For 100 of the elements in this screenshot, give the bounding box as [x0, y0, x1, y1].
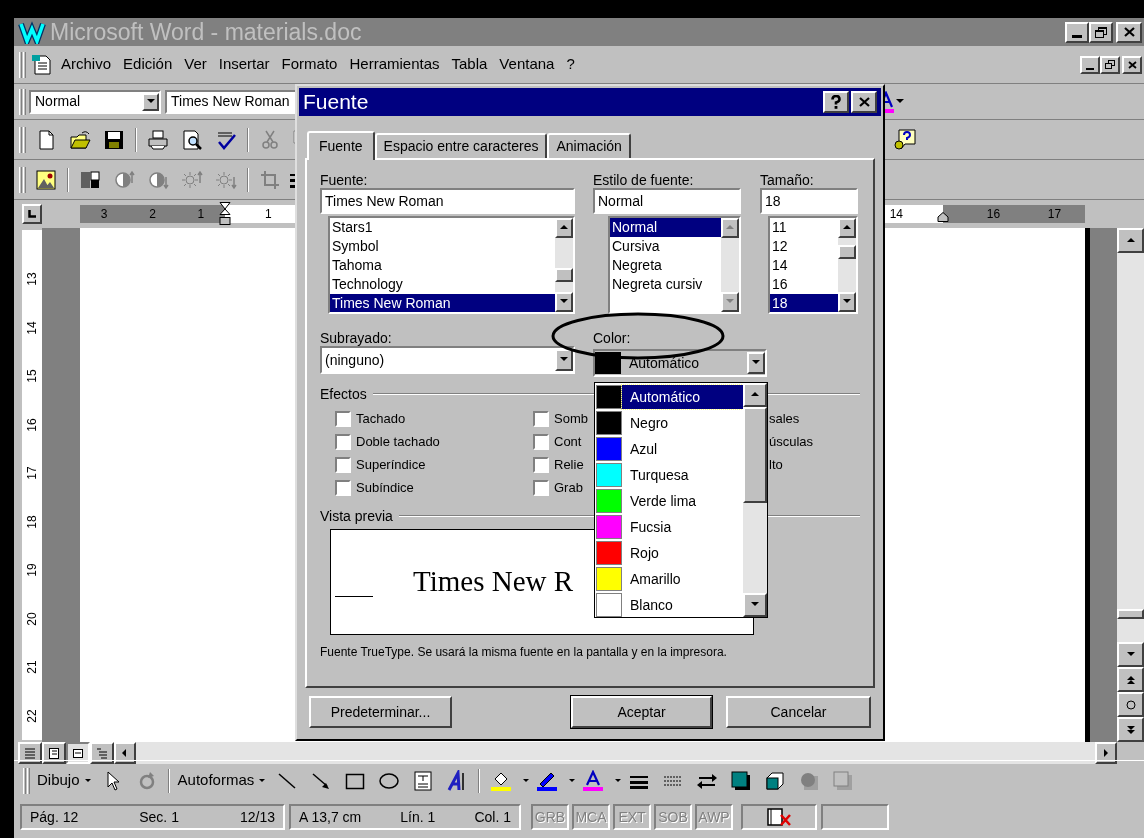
scroll-thumb[interactable] — [743, 407, 767, 503]
font-size-field[interactable]: 18 — [760, 188, 858, 214]
scroll-up-button[interactable] — [721, 218, 739, 238]
checkbox[interactable] — [335, 479, 351, 496]
checkbox[interactable] — [335, 433, 351, 450]
text-box-icon[interactable] — [412, 769, 435, 792]
tab[interactable]: Animación — [547, 133, 631, 158]
list-item[interactable]: 16 — [770, 275, 838, 294]
scroll-up-button[interactable] — [1117, 228, 1144, 253]
list-item[interactable]: Times New Roman — [330, 294, 555, 312]
tab[interactable]: Espacio entre caracteres — [374, 133, 548, 158]
print-preview-icon[interactable] — [181, 128, 203, 151]
next-page-button[interactable] — [1117, 717, 1144, 742]
color-dropdown[interactable]: Automático — [593, 349, 767, 377]
menu-item[interactable]: ? — [560, 53, 581, 76]
tab[interactable]: Fuente — [307, 131, 375, 160]
dropdown-button[interactable] — [555, 349, 573, 371]
color-option[interactable]: Automático — [622, 385, 743, 409]
contrast-up-icon[interactable] — [113, 168, 135, 191]
menu-item[interactable]: Formato — [275, 53, 344, 76]
checkbox[interactable] — [533, 410, 549, 427]
browse-object-button[interactable] — [1117, 692, 1144, 717]
color-option[interactable]: Rojo — [622, 541, 743, 565]
tab-stop-button[interactable] — [22, 204, 42, 224]
close-button[interactable] — [851, 91, 877, 113]
close-button[interactable] — [1122, 55, 1142, 74]
scroll-thumb[interactable] — [838, 245, 856, 259]
dialog-button[interactable]: Aceptar — [571, 696, 712, 728]
scroll-down-button[interactable] — [838, 292, 856, 312]
menu-item[interactable]: Archivo — [55, 53, 118, 76]
font-name-field[interactable]: Times New Roman — [320, 188, 575, 214]
list-item[interactable]: 14 — [770, 256, 838, 275]
scroll-left-button[interactable] — [114, 742, 136, 764]
menu-item[interactable]: Edición — [117, 53, 179, 76]
list-item[interactable]: Negreta — [610, 256, 721, 275]
dialog-button[interactable]: Predeterminar... — [309, 696, 452, 728]
dialog-button[interactable]: Cancelar — [726, 696, 871, 728]
color-option[interactable]: Amarillo — [622, 567, 743, 591]
list-item[interactable]: Cursiva — [610, 237, 721, 256]
picture-icon[interactable] — [35, 168, 57, 191]
dropdown-button[interactable] — [142, 92, 159, 111]
menu-item[interactable]: Tabla — [445, 53, 494, 76]
document-icon[interactable] — [31, 53, 53, 76]
list-item[interactable]: 18 — [770, 294, 838, 312]
close-button[interactable] — [1116, 21, 1142, 43]
scroll-thumb[interactable] — [1117, 609, 1144, 619]
restore-button[interactable] — [1100, 55, 1120, 74]
scroll-down-button[interactable] — [721, 292, 739, 312]
checkbox[interactable] — [533, 433, 549, 450]
minimize-button[interactable] — [1080, 55, 1100, 74]
previous-page-button[interactable] — [1117, 667, 1144, 692]
minimize-button[interactable] — [1065, 21, 1089, 43]
underline-dropdown[interactable]: (ninguno) — [320, 346, 575, 374]
list-item[interactable]: Normal — [610, 218, 721, 237]
help-bubble-icon[interactable] — [893, 127, 917, 152]
checkbox[interactable] — [533, 479, 549, 496]
style-dropdown[interactable]: Normal — [29, 89, 161, 114]
scroll-down-button[interactable] — [743, 593, 767, 617]
font-color-icon[interactable] — [582, 769, 605, 792]
scroll-down-button[interactable] — [555, 292, 573, 312]
printer-icon[interactable] — [147, 128, 169, 151]
grayscale-icon[interactable] — [79, 168, 101, 191]
color-option[interactable]: Verde lima — [622, 489, 743, 513]
toolbar-grip[interactable] — [23, 767, 30, 794]
toolbar-grip[interactable] — [19, 126, 26, 153]
cube-icon[interactable] — [764, 769, 787, 792]
list-item[interactable]: Symbol — [330, 237, 555, 256]
folder-icon[interactable] — [69, 128, 91, 151]
list-item[interactable]: Stars1 — [330, 218, 555, 237]
list-item[interactable]: 12 — [770, 237, 838, 256]
color-option[interactable]: Turquesa — [622, 463, 743, 487]
dropdown-button[interactable] — [747, 352, 765, 374]
scroll-up-button[interactable] — [838, 218, 856, 238]
list-item[interactable]: Technology — [330, 275, 555, 294]
color-option[interactable]: Blanco — [622, 593, 743, 617]
menu-item[interactable]: Herramientas — [343, 53, 446, 76]
view-button[interactable] — [66, 742, 90, 764]
toolbar-grip[interactable] — [19, 166, 26, 193]
menu-item[interactable]: Insertar — [212, 53, 276, 76]
restore-button[interactable] — [1089, 21, 1113, 43]
color-option[interactable]: Negro — [622, 411, 743, 435]
list-item[interactable]: Negreta cursiv — [610, 275, 721, 294]
checkbox[interactable] — [335, 456, 351, 473]
list-item[interactable]: Tahoma — [330, 256, 555, 275]
scroll-up-button[interactable] — [555, 218, 573, 238]
toolbar-grip[interactable] — [19, 88, 26, 115]
menu-item[interactable]: Ver — [178, 53, 213, 76]
scroll-thumb[interactable] — [555, 268, 573, 282]
right-indent-marker[interactable] — [937, 212, 949, 222]
menu-item[interactable]: Ventana — [493, 53, 561, 76]
autoshapes-menu-button[interactable]: Autoformas — [173, 767, 271, 794]
scroll-up-button[interactable] — [743, 383, 767, 407]
scroll-down-button[interactable] — [1117, 642, 1144, 667]
color-option[interactable]: Fucsia — [622, 515, 743, 539]
checkbox[interactable] — [533, 456, 549, 473]
shadow-icon[interactable] — [730, 769, 753, 792]
scroll-right-button[interactable] — [1095, 742, 1117, 764]
checkbox[interactable] — [335, 410, 351, 427]
list-item[interactable]: 11 — [770, 218, 838, 237]
drawing-menu-button[interactable]: Dibujo — [33, 767, 96, 794]
